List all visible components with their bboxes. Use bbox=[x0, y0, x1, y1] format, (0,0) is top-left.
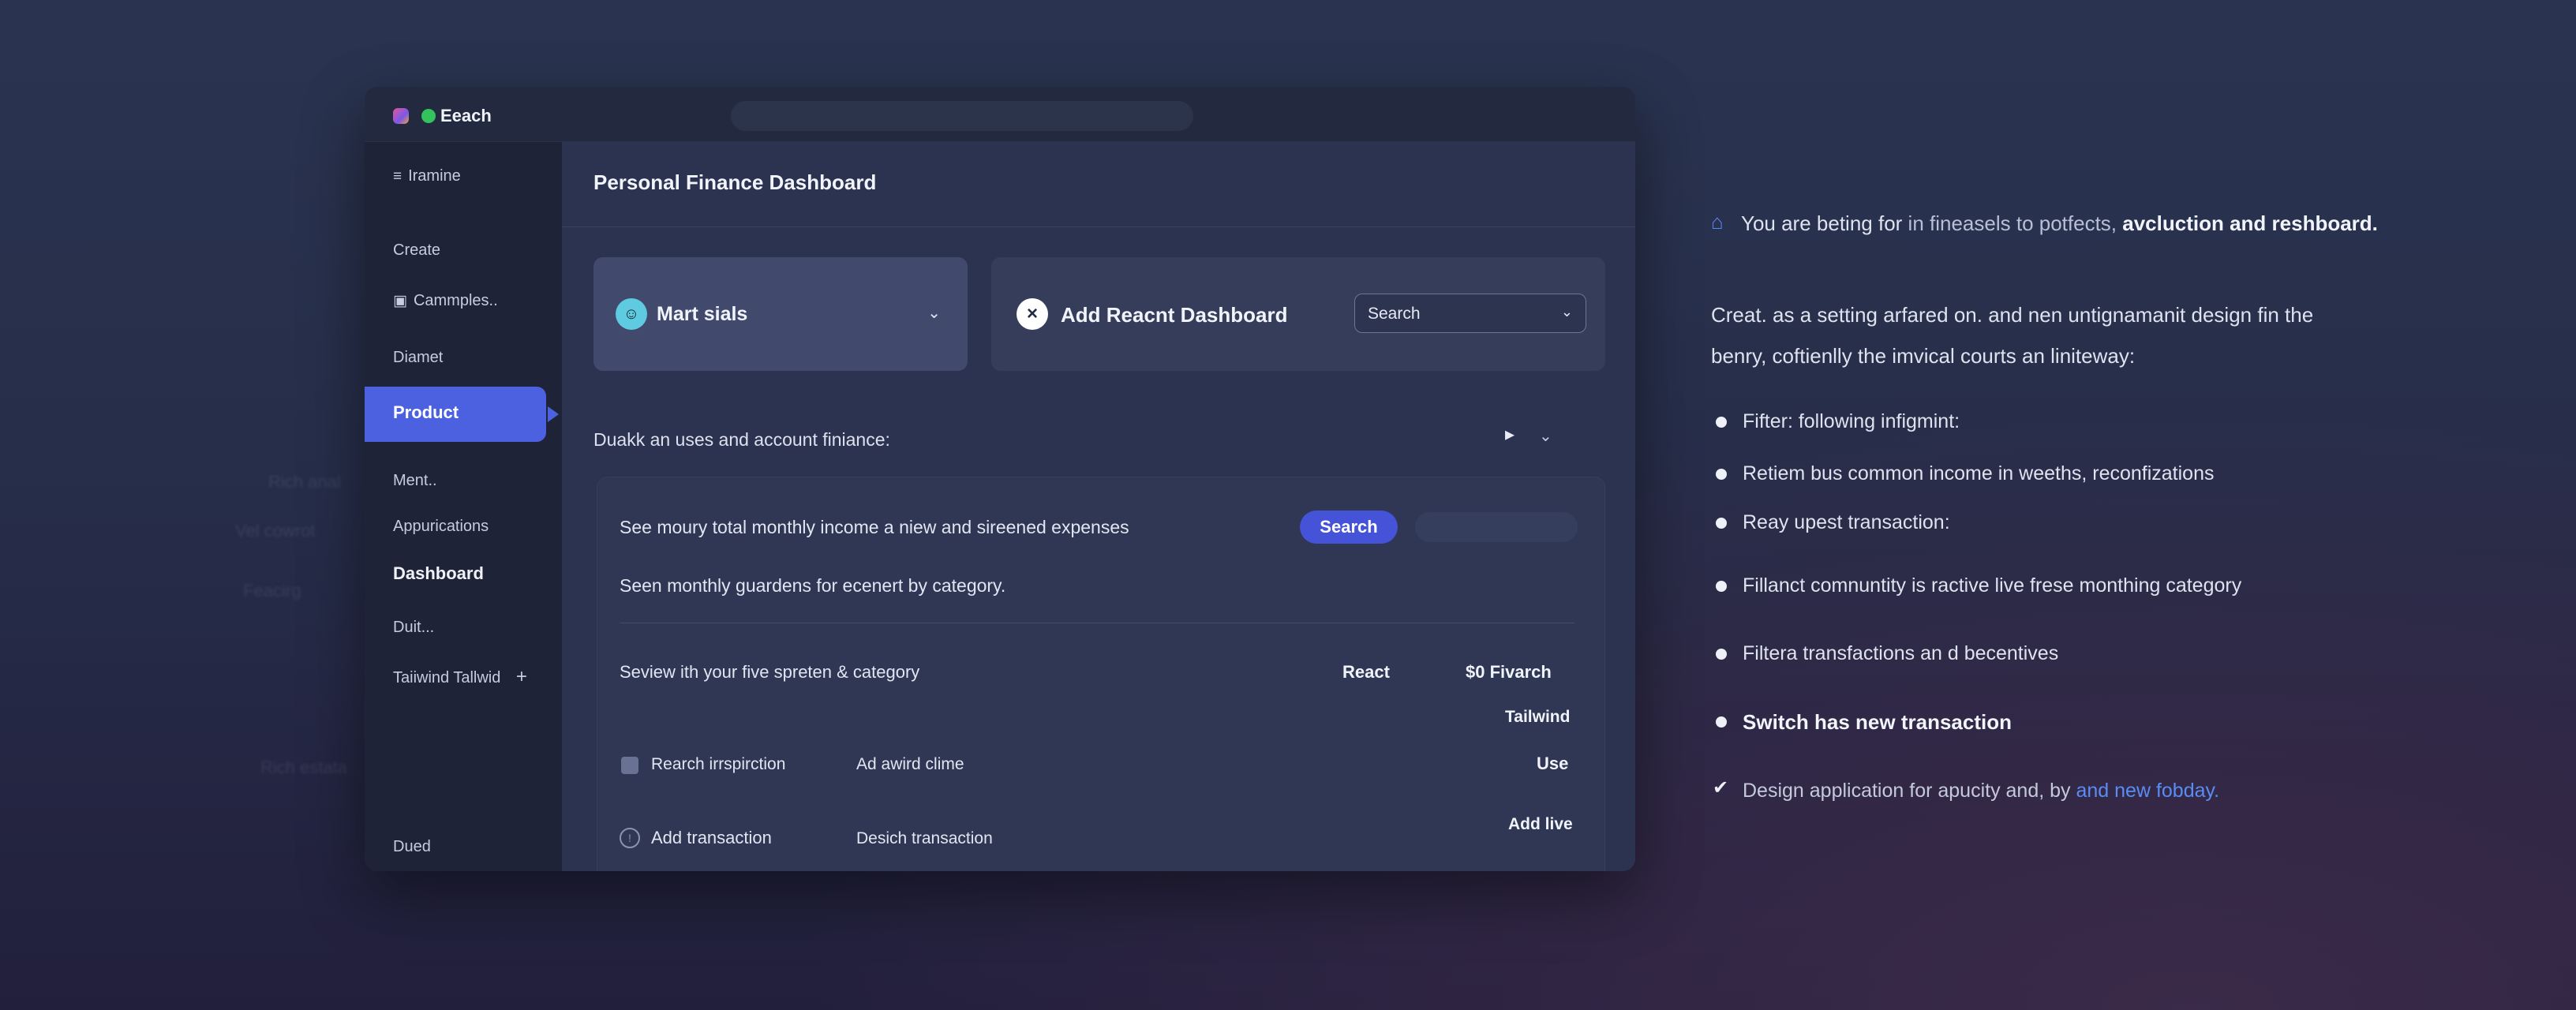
add-dashboard-label: Add Reacnt Dashboard bbox=[1061, 303, 1288, 327]
account-select-card[interactable]: ☺ Mart sials ⌄ bbox=[593, 257, 968, 371]
description-line-1: Creat. as a setting arfared on. and nen … bbox=[1711, 303, 2314, 327]
intro-b: in fineasels to potfects, bbox=[1908, 211, 2117, 235]
new-fobday-link[interactable]: and new fobday. bbox=[2076, 780, 2219, 802]
ghost-label: Feacirg bbox=[243, 581, 301, 600]
home-icon: ⌂ bbox=[1711, 210, 1724, 234]
final-note: Design application for apucity and, by a… bbox=[1743, 780, 2219, 802]
section-chevron-icon[interactable]: ⌄ bbox=[1539, 426, 1552, 446]
sidebar-item-label: Dashboard bbox=[393, 563, 484, 583]
checkmark-icon: ✔ bbox=[1713, 777, 1729, 799]
lock-icon: ▣ bbox=[393, 293, 407, 309]
finance-panel: See moury total monthly income a niew an… bbox=[597, 477, 1605, 871]
plus-icon[interactable]: + bbox=[516, 666, 527, 687]
sidebar-item-label: Create bbox=[393, 241, 441, 259]
bullet-item: Retiem bus common income in weeths, reco… bbox=[1743, 462, 2215, 484]
sidebar-item-cammples[interactable]: ▣ Cammples.. bbox=[393, 292, 498, 310]
sidebar-item-product[interactable]: Product bbox=[365, 387, 559, 442]
bullet-icon bbox=[1716, 581, 1727, 592]
titlebar-search-input[interactable] bbox=[731, 101, 1193, 131]
page-title: Personal Finance Dashboard bbox=[593, 170, 877, 194]
inspection-mid: Ad awird clime bbox=[856, 755, 964, 773]
app-window: Eeach ≡ Iramine Create ▣ Cammples.. Diamet… bbox=[365, 87, 1635, 871]
intro-c: avcluction and reshboard. bbox=[2122, 211, 2378, 235]
amount-label: $0 Fivarch bbox=[1466, 662, 1552, 682]
sidebar-item-ment[interactable]: Ment.. bbox=[393, 472, 437, 490]
add-live-link[interactable]: Add live bbox=[1508, 815, 1573, 834]
sidebar-item-duit[interactable]: Duit... bbox=[393, 619, 434, 637]
sidebar-item-tailwind[interactable]: Taiiwind Tallwid + bbox=[393, 666, 527, 688]
app-logo-icon bbox=[393, 108, 409, 124]
review-row-text: Seview ith your five spreten & category bbox=[620, 662, 920, 682]
bullet-item: Reay upest transaction: bbox=[1743, 511, 1950, 533]
add-transaction-link[interactable]: Add transaction bbox=[651, 828, 772, 848]
main-content: Personal Finance Dashboard ☺ Mart sials … bbox=[562, 142, 1635, 871]
describe-transaction-text: Desich transaction bbox=[856, 829, 993, 847]
add-dashboard-card: × Add Reacnt Dashboard Search ⌄ bbox=[991, 257, 1605, 371]
bullet-icon bbox=[1716, 716, 1727, 728]
category-text: Seen monthly guardens for ecenert by cat… bbox=[620, 575, 1006, 596]
search-field[interactable] bbox=[1415, 512, 1578, 542]
sidebar-item-applications[interactable]: Appurications bbox=[393, 518, 489, 536]
intro-line: You are beting for in fineasels to potfe… bbox=[1741, 211, 2378, 236]
sidebar-item-label: Diamet bbox=[393, 349, 444, 366]
bullet-icon bbox=[1716, 518, 1727, 529]
sidebar-item-label: Cammples.. bbox=[413, 292, 498, 309]
sidebar-item-dashboard[interactable]: Dashboard bbox=[393, 563, 484, 584]
sidebar-item-create[interactable]: Create bbox=[393, 241, 440, 260]
bullet-icon bbox=[1716, 417, 1727, 428]
inspection-checkbox[interactable] bbox=[621, 757, 638, 774]
close-icon[interactable]: × bbox=[1017, 298, 1048, 330]
description-line-2: benry, coftienlly the imvical courts an … bbox=[1711, 344, 2136, 368]
sidebar-item-diamet[interactable]: Diamet bbox=[393, 349, 443, 367]
mouse-cursor-icon: ▸ bbox=[1505, 424, 1515, 445]
bullet-item: Fifter: following infigmint: bbox=[1743, 410, 1960, 432]
search-button[interactable]: Search bbox=[1300, 511, 1398, 544]
search-select-value: Search bbox=[1368, 305, 1421, 323]
app-name: Eeach bbox=[440, 106, 492, 125]
income-summary-text: See moury total monthly income a niew an… bbox=[620, 517, 1129, 537]
ghost-label: Rich anal bbox=[268, 472, 341, 492]
sidebar-item-label: Ment.. bbox=[393, 472, 437, 489]
section-label: Duakk an uses and account finiance: bbox=[593, 429, 890, 450]
info-icon: ! bbox=[620, 828, 640, 848]
sidebar: ≡ Iramine Create ▣ Cammples.. Diamet Produ… bbox=[365, 142, 562, 871]
final-note-text: Design application for apucity and, by bbox=[1743, 780, 2071, 802]
sidebar-item-label: Duit... bbox=[393, 619, 435, 636]
title-bar: Eeach bbox=[365, 87, 1635, 142]
bullet-item: Filtera transfactions an d becentives bbox=[1743, 642, 2059, 664]
sidebar-item-iramine[interactable]: ≡ Iramine bbox=[393, 167, 461, 185]
tailwind-label: Tailwind bbox=[1505, 708, 1571, 726]
sidebar-item-dued[interactable]: Dued bbox=[393, 838, 431, 856]
search-select[interactable]: Search ⌄ bbox=[1354, 294, 1586, 333]
status-dot-icon bbox=[421, 109, 436, 123]
bullet-item: Switch has new transaction bbox=[1743, 710, 2012, 734]
sidebar-item-label: Product bbox=[393, 402, 459, 422]
sidebar-item-label: Appurications bbox=[393, 518, 489, 535]
bullet-icon bbox=[1716, 469, 1727, 480]
main-header: Personal Finance Dashboard bbox=[562, 142, 1635, 227]
ghost-label: Rich estata bbox=[260, 758, 348, 777]
sidebar-item-label: Taiiwind Tallwid bbox=[393, 669, 501, 686]
sidebar-item-label: Iramine bbox=[408, 167, 461, 185]
chevron-down-icon: ⌄ bbox=[1560, 304, 1573, 320]
user-icon: ☺ bbox=[616, 298, 647, 330]
chevron-down-icon: ⌄ bbox=[927, 305, 941, 322]
intro-a: You are beting for bbox=[1741, 211, 1903, 235]
menu-icon: ≡ bbox=[393, 168, 402, 185]
react-label: React bbox=[1342, 662, 1390, 682]
ghost-label: Vel cowrot bbox=[235, 521, 316, 541]
sidebar-item-label: Dued bbox=[393, 838, 431, 855]
bullet-icon bbox=[1716, 649, 1727, 660]
inspection-label: Rearch irrspirction bbox=[651, 755, 786, 773]
account-select-label: Mart sials bbox=[657, 303, 748, 325]
use-link[interactable]: Use bbox=[1537, 754, 1568, 774]
bullet-item: Fillanct comnuntity is ractive live fres… bbox=[1743, 574, 2242, 597]
